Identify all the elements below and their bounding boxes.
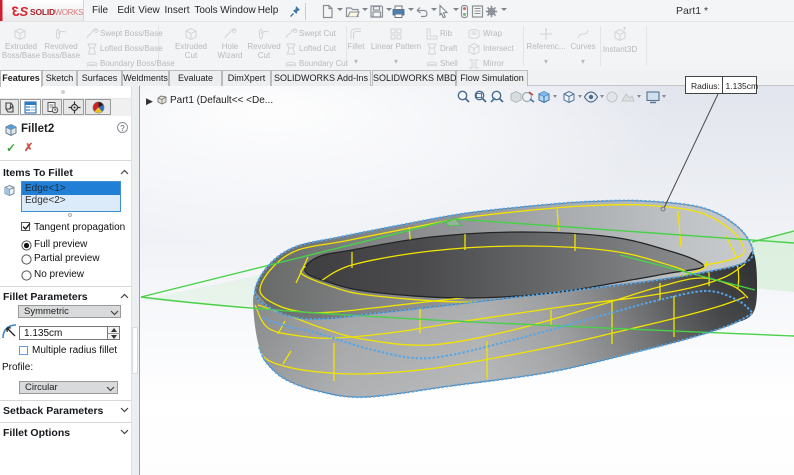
svg-text:3: 3: [12, 4, 20, 19]
svg-text:WORKS: WORKS: [55, 8, 84, 17]
svg-text:SOLID: SOLID: [30, 7, 55, 17]
svg-text:S: S: [20, 4, 29, 19]
